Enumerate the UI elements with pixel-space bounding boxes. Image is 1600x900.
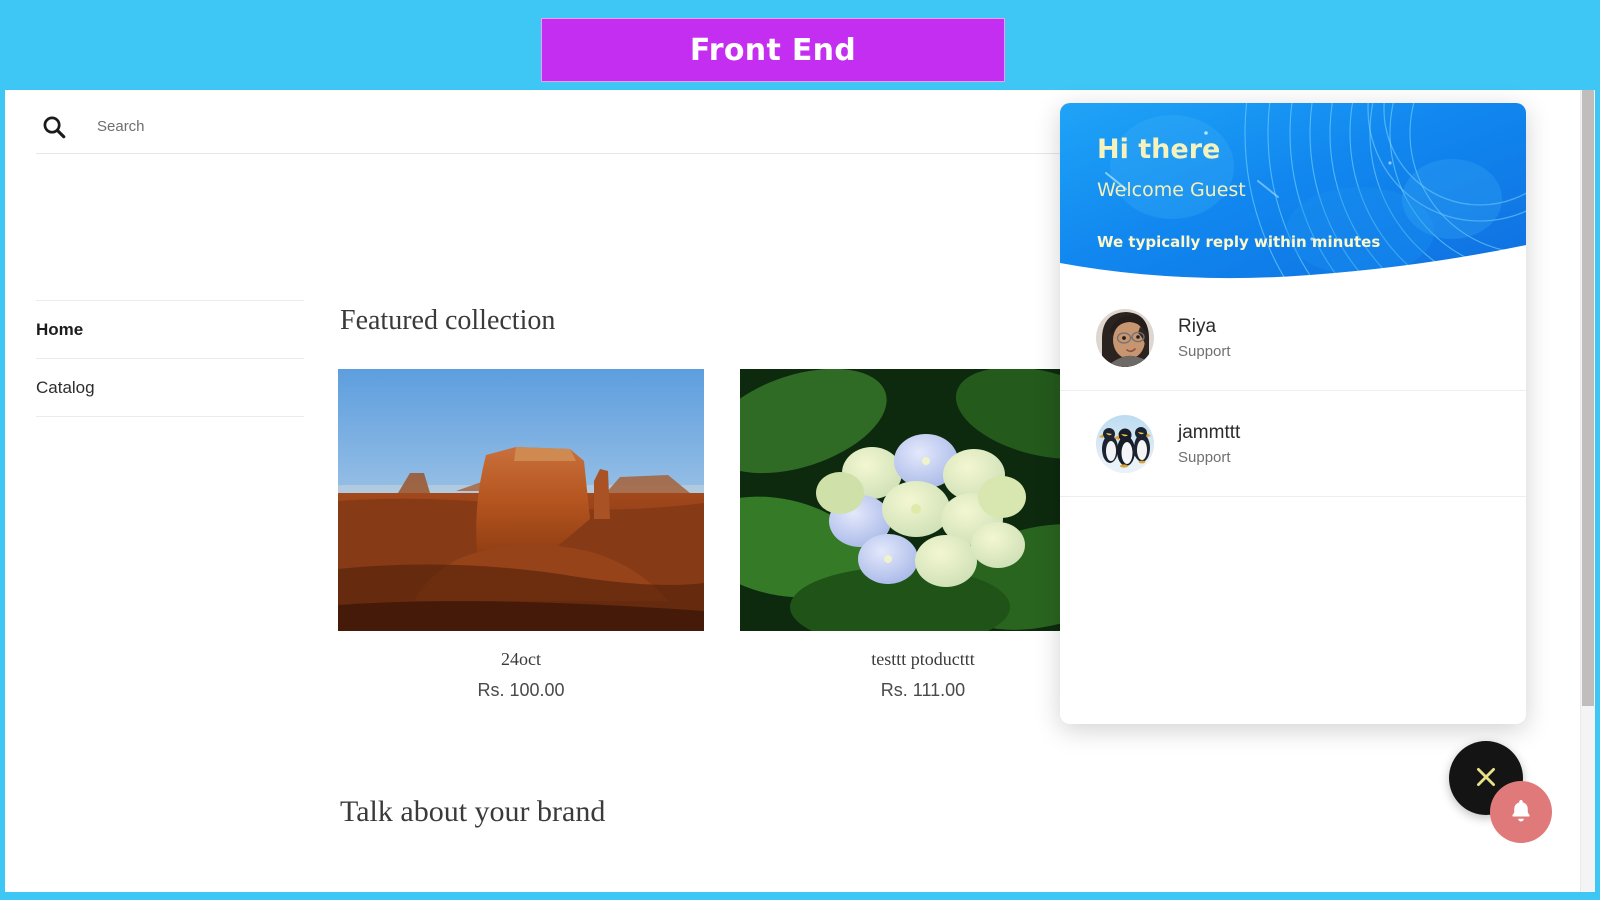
sidebar-item-home[interactable]: Home [36,300,304,358]
sidebar-item-catalog[interactable]: Catalog [36,358,304,417]
agent-name: jammttt [1178,421,1241,443]
product-name: 24oct [501,649,541,669]
page-scrollbar-track[interactable] [1580,90,1595,892]
close-icon [1473,764,1499,793]
agent-avatar-jammttt [1096,414,1154,473]
product-card[interactable]: 24oct Rs. 100.00 [338,369,704,701]
product-name: testtt ptoducttt [871,649,975,669]
chat-agent-row[interactable]: jammttt Support [1060,391,1526,497]
agent-avatar-riya [1096,308,1154,367]
chat-widget-header: Hi there Welcome Guest We typically repl… [1060,103,1526,285]
agent-role: Support [1178,448,1231,466]
page-scrollbar-thumb[interactable] [1582,90,1594,706]
product-card[interactable]: testtt ptoducttt Rs. 111.00 [740,369,1106,701]
brand-section-title: Talk about your brand [340,795,606,828]
main-navigation: Home Catalog [36,300,304,417]
agent-meta: jammttt Support [1178,422,1240,466]
chat-greeting-block: Hi there Welcome Guest We typically repl… [1097,135,1380,251]
chat-greeting: Hi there [1097,134,1221,165]
app-root: Front End Home Catalog Featured [0,0,1600,900]
search-input[interactable] [95,110,499,143]
sidebar-item-label: Home [36,319,84,339]
top-banner: Front End [0,0,1600,90]
chat-agent-row[interactable]: Riya Support [1060,285,1526,391]
banner-title: Front End [689,32,857,68]
bell-icon [1507,797,1535,828]
front-end-banner-chip: Front End [541,18,1005,82]
product-price: Rs. 111.00 [880,680,966,700]
chat-reply-time: We typically reply within minutes [1097,232,1381,251]
search-icon [39,112,69,142]
product-image-flowers [740,369,1106,631]
notifications-button[interactable] [1490,781,1552,843]
chat-agent-list: Riya Support jammttt Support [1060,285,1526,497]
product-image-desert [338,369,704,631]
agent-name: Riya [1178,315,1217,337]
product-price: Rs. 100.00 [477,680,565,700]
chat-widget: Hi there Welcome Guest We typically repl… [1060,103,1526,724]
agent-meta: Riya Support [1178,316,1231,360]
chat-welcome-text: Welcome Guest [1097,178,1246,201]
sidebar-item-label: Catalog [36,377,95,397]
agent-role: Support [1178,342,1231,360]
